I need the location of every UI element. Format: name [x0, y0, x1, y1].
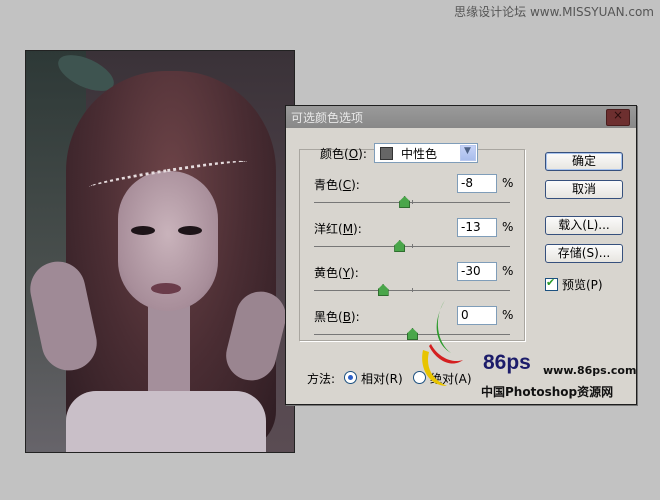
color-label: 颜色(O):	[320, 147, 367, 161]
black-percent-label: %	[502, 308, 514, 322]
method-relative-radio[interactable]	[344, 371, 357, 384]
yellow-label: 黄色(Y):	[314, 266, 359, 280]
color-swatch	[380, 147, 393, 160]
color-select-value: 中性色	[401, 147, 438, 161]
cyan-percent-label: %	[502, 176, 514, 190]
dialog-titlebar[interactable]: 可选颜色选项 ×	[286, 106, 636, 128]
portrait-photo	[25, 50, 295, 453]
dialog-title: 可选颜色选项	[291, 111, 364, 125]
checkmark-icon: ✔	[546, 276, 556, 289]
preview-label: 预览(P)	[562, 278, 603, 292]
cyan-slider-center-tick	[412, 200, 413, 204]
save-button[interactable]: 存储(S)...	[545, 244, 623, 263]
magenta-label: 洋红(M):	[314, 222, 362, 236]
magenta-slider-center-tick	[412, 244, 413, 248]
close-button[interactable]: ×	[606, 108, 630, 126]
site-watermark: 思缘设计论坛 www.MISSYUAN.com	[454, 5, 654, 19]
logo-name: 中国Photoshop资源网	[481, 385, 614, 399]
load-button[interactable]: 载入(L)...	[545, 216, 623, 235]
black-slider-track[interactable]	[314, 328, 510, 340]
chevron-down-icon[interactable]: ▼	[460, 145, 476, 161]
black-label: 黑色(B):	[314, 310, 360, 324]
cancel-button[interactable]: 取消	[545, 180, 623, 199]
magenta-slider-track[interactable]	[314, 240, 510, 252]
cyan-value-input[interactable]: -8	[457, 174, 497, 193]
magenta-percent-label: %	[502, 220, 514, 234]
cyan-label: 青色(C):	[314, 178, 360, 192]
preview-checkbox[interactable]: ✔	[545, 276, 558, 291]
logo-url: www.86ps.com	[543, 364, 637, 377]
yellow-percent-label: %	[502, 264, 514, 278]
yellow-slider-track[interactable]	[314, 284, 510, 296]
color-select[interactable]: 中性色 ▼	[374, 143, 478, 163]
method-relative-label: 相对(R)	[361, 372, 403, 386]
yellow-value-input[interactable]: -30	[457, 262, 497, 281]
magenta-value-input[interactable]: -13	[457, 218, 497, 237]
close-icon: ×	[613, 108, 624, 122]
86ps-logo-icon	[422, 300, 463, 386]
ok-button[interactable]: 确定	[545, 152, 623, 171]
yellow-slider-center-tick	[412, 288, 413, 292]
cyan-slider-track[interactable]	[314, 196, 510, 208]
logo-number: 86ps	[483, 351, 531, 374]
method-label: 方法:	[307, 372, 336, 386]
